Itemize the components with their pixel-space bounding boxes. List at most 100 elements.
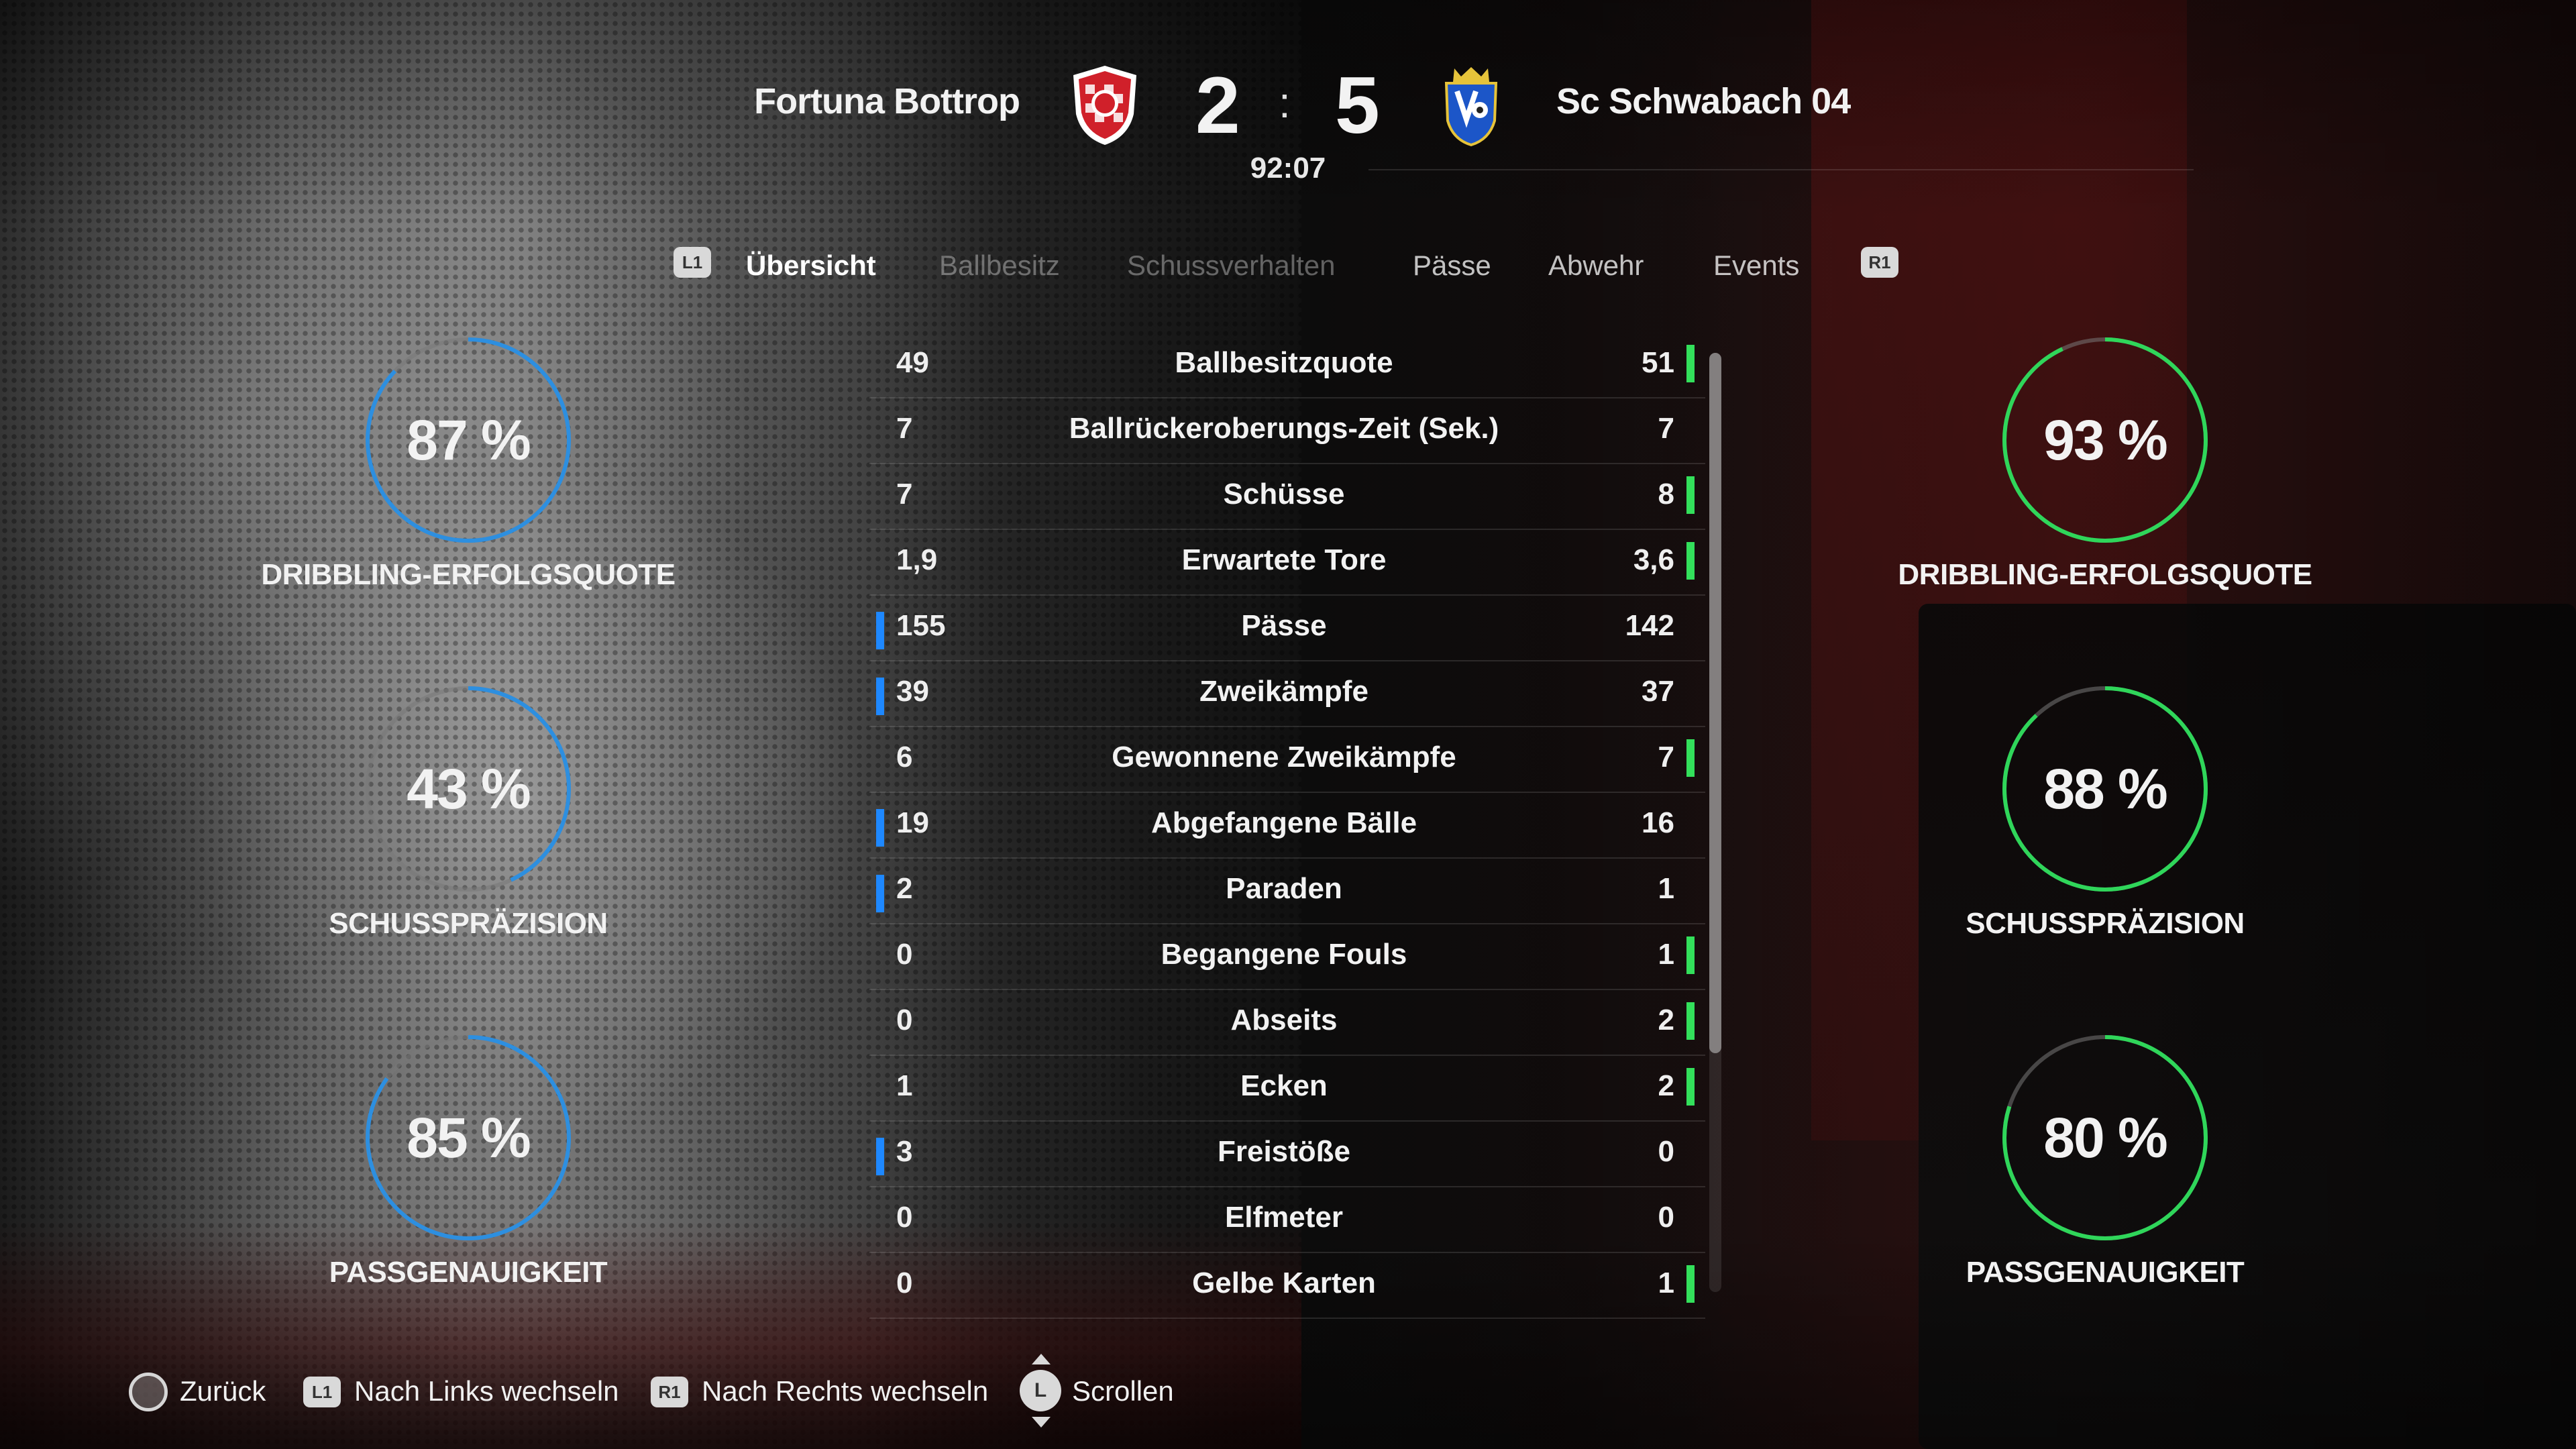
home-leader-bar: [876, 809, 884, 847]
stat-away-value: 2: [1658, 1069, 1674, 1102]
stat-label: Ballrückeroberungs-Zeit (Sek.): [1069, 412, 1499, 445]
away-leader-bar: [1686, 476, 1695, 514]
home-pass-accuracy-label: PASSGENAUIGKEIT: [329, 1256, 608, 1289]
match-stats-table[interactable]: 49 Ballbesitzquote 51 7 Ballrückeroberungs-Z…: [869, 331, 1705, 1319]
home-dribbling-ring: 87 %: [361, 333, 576, 547]
scroll-up-arrow-icon: [1032, 1354, 1051, 1364]
away-team-crest-icon: [1444, 67, 1498, 147]
away-score: 5: [1335, 60, 1380, 150]
r1-button-icon[interactable]: R1: [1861, 247, 1898, 278]
home-dribbling-value: 87 %: [407, 408, 531, 472]
stat-home-value: 1,9: [896, 543, 938, 576]
away-leader-bar: [1686, 1265, 1695, 1303]
stat-home-value: 2: [896, 872, 913, 905]
tab-schussverhalten[interactable]: Schussverhalten: [1127, 250, 1336, 282]
away-leader-bar: [1686, 1068, 1695, 1106]
scroll-down-arrow-icon: [1032, 1417, 1051, 1428]
stat-away-value: 16: [1642, 806, 1674, 839]
away-leader-bar: [1686, 936, 1695, 974]
home-shot-accuracy-label: SCHUSSPRÄZISION: [329, 907, 608, 940]
home-shot-accuracy-ring: 43 %: [361, 682, 576, 896]
stat-away-value: 1: [1658, 1267, 1674, 1299]
stat-label: Abseits: [1230, 1004, 1338, 1036]
home-leader-bar: [876, 678, 884, 715]
home-leader-bar: [876, 1138, 884, 1175]
stat-label: Abgefangene Bälle: [1150, 806, 1417, 839]
away-dribbling-label: DRIBBLING-ERFOLGSQUOTE: [1898, 558, 2312, 591]
tab-events[interactable]: Events: [1713, 250, 1799, 282]
away-pass-accuracy-ring: 80 %: [1998, 1030, 2212, 1245]
stat-home-value: 7: [896, 412, 913, 445]
away-leader-bar: [1686, 345, 1695, 382]
home-team-name: Fortuna Bottrop: [754, 81, 1020, 121]
stat-home-value: 0: [896, 1201, 913, 1234]
stat-label: Elfmeter: [1224, 1201, 1344, 1234]
stat-home-value: 7: [896, 478, 913, 511]
stat-row: 1 Ecken 2: [869, 1055, 1705, 1122]
switch-right-hint-label[interactable]: Nach Rechts wechseln: [702, 1375, 988, 1407]
stat-away-value: 37: [1642, 675, 1674, 708]
stat-home-value: 0: [896, 1004, 913, 1036]
stat-row: 1,9 Erwartete Tore 3,6: [869, 529, 1705, 596]
away-leader-bar: [1686, 739, 1695, 777]
away-leader-bar: [1686, 542, 1695, 580]
stat-row: 6 Gewonnene Zweikämpfe 7: [869, 726, 1705, 793]
away-dribbling-ring: 93 %: [1998, 333, 2212, 547]
stat-away-value: 8: [1658, 478, 1674, 511]
stats-tab-bar: L1 Übersicht Ballbesitz Schussverhalten …: [0, 243, 2576, 297]
stat-label: Gewonnene Zweikämpfe: [1112, 741, 1456, 773]
switch-left-hint-label[interactable]: Nach Links wechseln: [354, 1375, 619, 1407]
tab-abwehr[interactable]: Abwehr: [1548, 250, 1644, 282]
stat-label: Pässe: [1241, 609, 1327, 642]
stat-label: Ballbesitzquote: [1175, 346, 1393, 379]
button-hint-bar: Zurück L1 Nach Links wechseln R1 Nach Re…: [0, 1354, 2576, 1429]
stat-row: 0 Abseits 2: [869, 989, 1705, 1056]
stat-label: Gelbe Karten: [1192, 1267, 1376, 1299]
away-pass-accuracy-value: 80 %: [2043, 1106, 2167, 1169]
away-shot-accuracy-ring: 88 %: [1998, 682, 2212, 896]
stat-away-value: 7: [1658, 412, 1674, 445]
stat-home-value: 39: [896, 675, 929, 708]
stat-row: 0 Elfmeter 0: [869, 1186, 1705, 1253]
stat-away-value: 2: [1658, 1004, 1674, 1036]
stat-home-value: 19: [896, 806, 929, 839]
stat-home-value: 0: [896, 938, 913, 971]
stat-home-value: 49: [896, 346, 929, 379]
stat-label: Schüsse: [1223, 478, 1345, 511]
stat-row: 0 Begangene Fouls 1: [869, 923, 1705, 990]
tab-uebersicht[interactable]: Übersicht: [746, 250, 876, 282]
stat-away-value: 3,6: [1633, 543, 1674, 576]
score-separator: :: [1279, 78, 1291, 127]
tab-ballbesitz[interactable]: Ballbesitz: [939, 250, 1060, 282]
away-shot-accuracy-value: 88 %: [2043, 757, 2167, 820]
stat-label: Zweikämpfe: [1199, 675, 1368, 708]
stat-home-value: 155: [896, 609, 946, 642]
stat-label: Paraden: [1226, 872, 1342, 905]
r1-hint-icon[interactable]: R1: [651, 1377, 688, 1407]
stat-away-value: 142: [1625, 609, 1674, 642]
stat-row: 0 Gelbe Karten 1: [869, 1252, 1705, 1319]
l1-hint-icon[interactable]: L1: [303, 1377, 341, 1407]
home-shot-accuracy-value: 43 %: [407, 757, 531, 820]
stat-row: 155 Pässe 142: [869, 594, 1705, 661]
scroll-hint-label[interactable]: Scrollen: [1072, 1375, 1174, 1407]
away-dribbling-value: 93 %: [2043, 408, 2167, 472]
stat-away-value: 1: [1658, 938, 1674, 971]
home-score: 2: [1195, 60, 1240, 150]
home-leader-bar: [876, 875, 884, 912]
home-leader-bar: [876, 612, 884, 649]
left-stick-icon[interactable]: L: [1020, 1370, 1061, 1411]
stat-home-value: 0: [896, 1267, 913, 1299]
scoreboard-header: Fortuna Bottrop 2 : 5 Sc Schwabach 04 92…: [0, 0, 2576, 201]
l1-button-icon[interactable]: L1: [674, 247, 711, 278]
home-pass-accuracy-ring: 85 %: [361, 1030, 576, 1245]
stats-scrollbar-thumb[interactable]: [1709, 353, 1721, 1053]
away-team-name: Sc Schwabach 04: [1556, 81, 1851, 121]
stat-label: Erwartete Tore: [1181, 543, 1387, 576]
tab-paesse[interactable]: Pässe: [1413, 250, 1491, 282]
circle-button-icon[interactable]: [129, 1373, 168, 1411]
back-hint-label[interactable]: Zurück: [180, 1375, 266, 1407]
stat-away-value: 0: [1658, 1135, 1674, 1168]
stat-label: Ecken: [1240, 1069, 1328, 1102]
stat-home-value: 3: [896, 1135, 913, 1168]
